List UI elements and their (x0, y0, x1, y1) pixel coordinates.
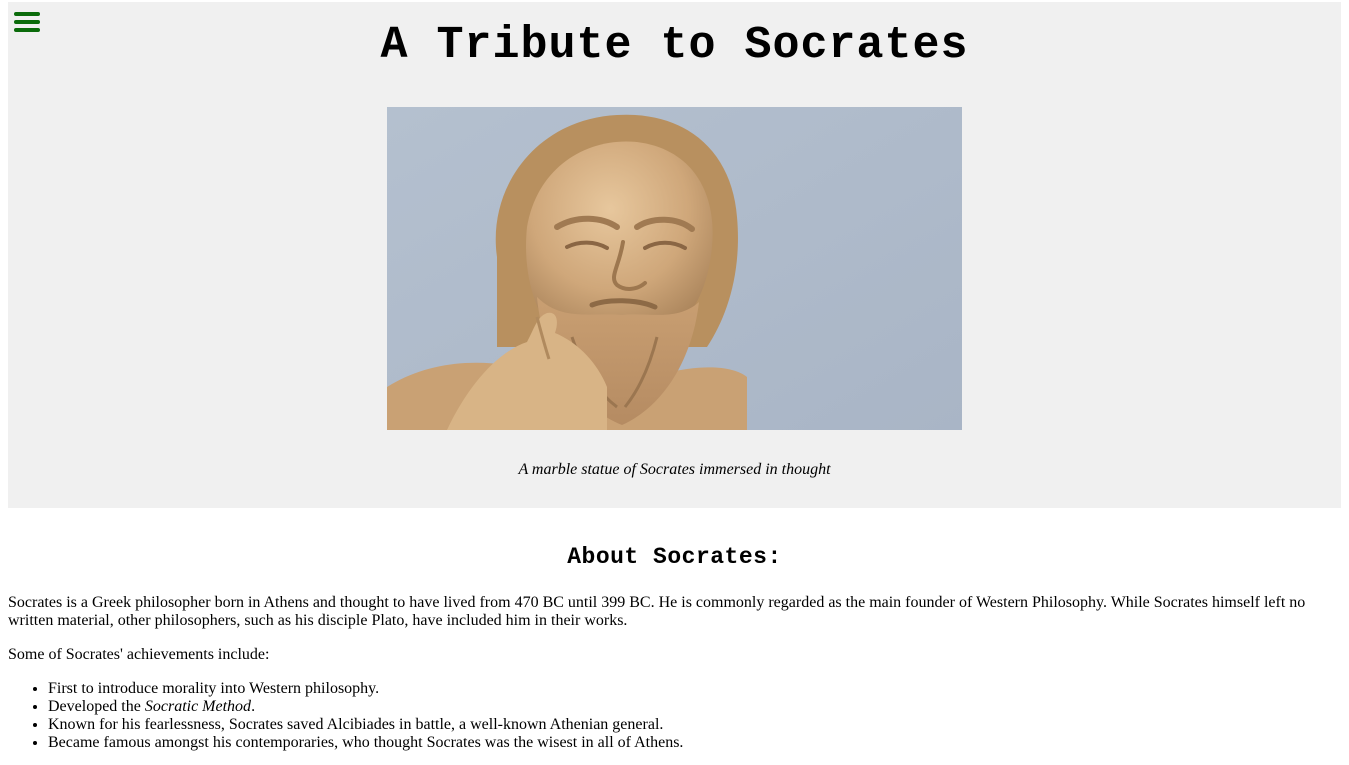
achievements-intro: Some of Socrates' achievements include: (8, 646, 270, 663)
about-heading: About Socrates: (567, 544, 782, 570)
list-item: Developed the Socratic Method. (48, 698, 1348, 716)
list-item-text: First to introduce morality into Western… (48, 680, 380, 697)
image-caption: A marble statue of Socrates immersed in … (518, 461, 831, 478)
socratic-method-emphasis: Socratic Method (144, 698, 252, 715)
about-paragraph: Socrates is a Greek philosopher born in … (8, 594, 1306, 629)
list-item-text: Known for his fearlessness, Socrates sav… (48, 716, 664, 733)
list-item: Known for his fearlessness, Socrates sav… (48, 716, 1348, 734)
list-item: Became famous amongst his contemporaries… (48, 734, 1348, 752)
menu-bar (14, 12, 40, 16)
list-item: First to introduce morality into Western… (48, 680, 1348, 698)
list-item-text: Developed the (48, 698, 145, 715)
achievements-list: First to introduce morality into Western… (8, 680, 1348, 752)
tribute-header: A Tribute to Socrates A marble statue of… (8, 2, 1341, 508)
list-item-text: Became famous amongst his contemporaries… (48, 734, 684, 751)
socrates-statue-image (387, 107, 962, 430)
statue-illustration (387, 107, 962, 430)
page-title: A Tribute to Socrates (380, 20, 969, 71)
list-item-text: . (251, 698, 256, 715)
